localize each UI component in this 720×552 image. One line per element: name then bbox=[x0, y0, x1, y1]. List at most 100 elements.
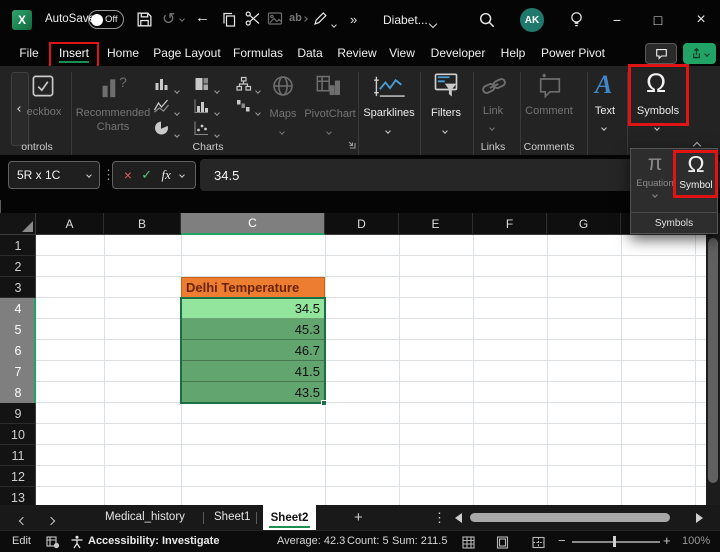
tab-data[interactable]: Data bbox=[297, 46, 322, 60]
page-layout-view-button[interactable] bbox=[496, 536, 509, 549]
tab-file[interactable]: File bbox=[19, 46, 38, 60]
row-header-9[interactable]: 9 bbox=[0, 403, 36, 424]
sheet-options-button[interactable]: ⋮ bbox=[433, 510, 446, 526]
zoom-out-button[interactable]: − bbox=[558, 533, 566, 548]
normal-view-button[interactable] bbox=[462, 536, 475, 549]
select-all-corner[interactable] bbox=[0, 213, 36, 235]
symbols-button[interactable]: Ω bbox=[646, 68, 666, 99]
column-header-A[interactable]: A bbox=[36, 213, 104, 235]
tab-home[interactable]: Home bbox=[107, 46, 139, 60]
undo-button[interactable]: ↺ bbox=[162, 9, 185, 29]
charts-dialog-launcher[interactable] bbox=[346, 139, 356, 149]
tab-developer[interactable]: Developer bbox=[431, 46, 486, 60]
insert-treemap-button[interactable] bbox=[193, 76, 210, 92]
row-header-8[interactable]: 8 bbox=[0, 382, 36, 403]
maps-button[interactable] bbox=[271, 74, 295, 98]
row-header-7[interactable]: 7 bbox=[0, 361, 36, 382]
insert-function-button[interactable]: fx bbox=[162, 167, 171, 183]
column-header-F[interactable]: F bbox=[473, 213, 547, 235]
tell-me-button[interactable] bbox=[568, 10, 585, 29]
fx-dropdown[interactable] bbox=[179, 172, 186, 178]
column-header-G[interactable]: G bbox=[547, 213, 621, 235]
sheet-tab-medical-history[interactable]: Medical_history bbox=[105, 511, 185, 523]
insert-pie-chart-button[interactable] bbox=[153, 120, 170, 136]
row-header-4[interactable]: 4 bbox=[0, 298, 36, 319]
insert-waterfall-chart-button[interactable] bbox=[235, 98, 252, 114]
name-box-dropdown[interactable] bbox=[86, 172, 92, 178]
search-button[interactable] bbox=[478, 11, 496, 29]
tab-help[interactable]: Help bbox=[501, 46, 526, 60]
add-sheet-button[interactable]: + bbox=[354, 509, 363, 526]
insert-column-chart-button[interactable] bbox=[153, 76, 170, 92]
vertical-scrollbar-thumb[interactable] bbox=[708, 238, 718, 483]
tab-page-layout[interactable]: Page Layout bbox=[153, 46, 220, 60]
column-header-E[interactable]: E bbox=[399, 213, 473, 235]
recommended-charts-button[interactable]: ? bbox=[100, 74, 128, 100]
row-header-3[interactable]: 3 bbox=[0, 277, 36, 298]
zoom-in-button[interactable]: + bbox=[663, 533, 671, 548]
insert-line-chart-button[interactable] bbox=[153, 98, 170, 114]
pivotchart-button[interactable] bbox=[315, 74, 341, 98]
autosave-toggle[interactable]: Off bbox=[88, 10, 124, 29]
zoom-slider-thumb[interactable] bbox=[613, 536, 616, 547]
tab-view[interactable]: View bbox=[389, 46, 415, 60]
sheet-prev-button[interactable] bbox=[18, 513, 28, 527]
insert-histogram-button[interactable] bbox=[193, 98, 210, 114]
overflow-button[interactable]: » bbox=[350, 12, 357, 27]
link-button[interactable] bbox=[480, 74, 508, 98]
macro-record-button[interactable] bbox=[46, 536, 60, 549]
picture-button[interactable] bbox=[267, 11, 283, 26]
fill-handle[interactable] bbox=[321, 400, 327, 406]
document-dropdown[interactable] bbox=[428, 16, 438, 30]
sheet-next-button[interactable] bbox=[46, 513, 56, 527]
tab-review[interactable]: Review bbox=[337, 46, 376, 60]
cell-value[interactable]: 43.5 bbox=[181, 382, 325, 403]
vertical-scrollbar[interactable] bbox=[706, 213, 720, 505]
checkbox-control-button[interactable] bbox=[31, 74, 55, 98]
enter-button[interactable]: ✓ bbox=[141, 167, 152, 183]
ink-button[interactable] bbox=[312, 10, 328, 27]
line-chart-dropdown[interactable] bbox=[174, 104, 180, 118]
pie-chart-dropdown[interactable] bbox=[174, 126, 180, 140]
insert-scatter-chart-button[interactable] bbox=[193, 120, 210, 136]
save-button[interactable] bbox=[136, 11, 153, 28]
hscroll-left-arrow[interactable] bbox=[455, 513, 462, 523]
text-button[interactable]: A bbox=[595, 70, 612, 100]
column-header-D[interactable]: D bbox=[325, 213, 399, 235]
insert-hierarchy-chart-button[interactable] bbox=[235, 76, 252, 92]
column-header-B[interactable]: B bbox=[104, 213, 181, 235]
accessibility-status[interactable]: Accessibility: Investigate bbox=[88, 535, 219, 547]
back-button[interactable]: ← bbox=[195, 9, 210, 26]
cell-value[interactable]: 46.7 bbox=[181, 340, 325, 361]
cell-delhi-temperature[interactable]: Delhi Temperature bbox=[181, 277, 325, 298]
sparklines-dropdown[interactable] bbox=[385, 122, 391, 136]
document-name[interactable]: Diabet... bbox=[383, 13, 428, 27]
row-header-5[interactable]: 5 bbox=[0, 319, 36, 340]
symbol-menu-item[interactable]: Ω Symbol bbox=[676, 151, 716, 191]
filters-button[interactable] bbox=[432, 72, 460, 100]
scatter-dropdown[interactable] bbox=[214, 126, 220, 140]
waterfall-dropdown[interactable] bbox=[255, 104, 261, 118]
hscroll-right-arrow[interactable] bbox=[696, 513, 703, 523]
column-header-C[interactable]: C bbox=[181, 213, 325, 235]
sheet-tab-sheet2[interactable]: Sheet2 bbox=[263, 505, 316, 530]
histogram-dropdown[interactable] bbox=[214, 104, 220, 118]
text-dropdown[interactable] bbox=[601, 119, 607, 133]
hierarchy-dropdown[interactable] bbox=[255, 82, 261, 96]
accessibility-button[interactable] bbox=[70, 535, 84, 549]
maximize-button[interactable]: □ bbox=[643, 8, 673, 32]
row-header-6[interactable]: 6 bbox=[0, 340, 36, 361]
row-header-12[interactable]: 12 bbox=[0, 466, 36, 487]
cell-value[interactable]: 41.5 bbox=[181, 361, 325, 382]
close-button[interactable]: × bbox=[686, 8, 716, 32]
cell-value[interactable]: 45.3 bbox=[181, 319, 325, 340]
row-header-1[interactable]: 1 bbox=[0, 235, 36, 256]
cancel-button[interactable]: × bbox=[124, 167, 132, 183]
row-header-11[interactable]: 11 bbox=[0, 445, 36, 466]
maps-dropdown[interactable] bbox=[279, 123, 285, 137]
page-break-view-button[interactable] bbox=[532, 536, 545, 549]
row-header-2[interactable]: 2 bbox=[0, 256, 36, 277]
cut-button[interactable] bbox=[245, 10, 261, 27]
zoom-slider[interactable] bbox=[572, 541, 660, 543]
column-chart-dropdown[interactable] bbox=[174, 82, 180, 96]
